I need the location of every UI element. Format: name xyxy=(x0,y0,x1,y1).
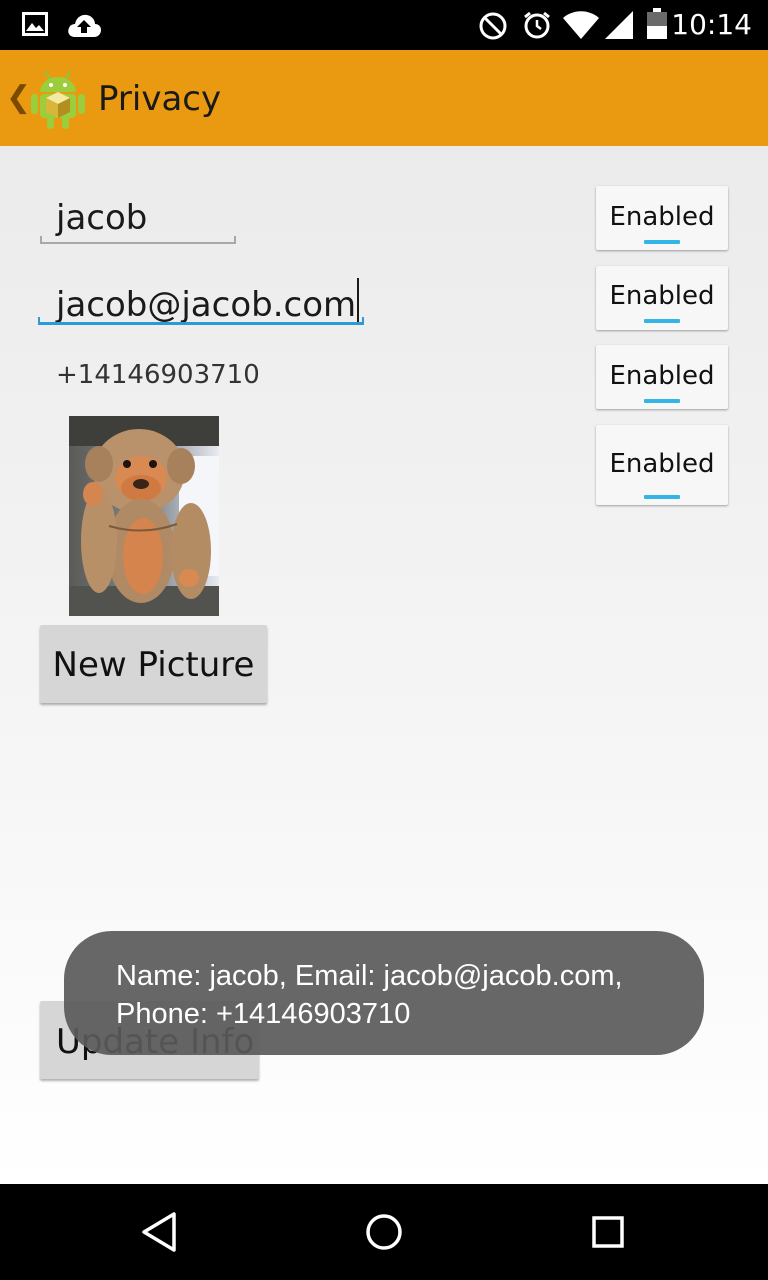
do-not-disturb-icon xyxy=(479,12,507,40)
email-visibility-toggle[interactable]: Enabled xyxy=(596,266,728,330)
email-field-value: jacob@jacob.com xyxy=(56,278,360,325)
name-field[interactable]: jacob xyxy=(40,196,236,250)
action-bar: ❮ Privacy xyxy=(0,50,768,146)
battery-icon xyxy=(647,8,667,39)
android-app-icon[interactable] xyxy=(30,66,86,130)
status-time: 10:14 xyxy=(671,8,752,41)
up-chevron-icon[interactable]: ❮ xyxy=(6,78,31,118)
toast-line-1: Name: jacob, Email: jacob@jacob.com, xyxy=(116,960,623,992)
name-field-underline xyxy=(40,236,236,244)
name-visibility-toggle[interactable]: Enabled xyxy=(596,186,728,250)
email-field[interactable]: jacob@jacob.com xyxy=(38,272,364,328)
toggle-on-indicator xyxy=(644,319,680,323)
page-title: Privacy xyxy=(98,79,222,119)
toast-message: Name: jacob, Email: jacob@jacob.com, Pho… xyxy=(64,931,704,1055)
profile-picture xyxy=(69,416,219,616)
phone-visibility-toggle[interactable]: Enabled xyxy=(596,345,728,409)
status-bar: 10:14 xyxy=(0,0,768,50)
toggle-label: Enabled xyxy=(609,449,715,479)
recents-icon[interactable] xyxy=(578,1204,638,1260)
back-icon[interactable] xyxy=(130,1204,190,1260)
email-field-text: jacob@jacob.com xyxy=(56,285,357,325)
wifi-icon xyxy=(563,11,599,39)
new-picture-label: New Picture xyxy=(52,645,255,685)
cloud-upload-icon xyxy=(68,14,101,38)
toggle-label: Enabled xyxy=(609,281,715,311)
toggle-on-indicator xyxy=(644,495,680,499)
toggle-label: Enabled xyxy=(609,202,715,232)
phone-number: +14146903710 xyxy=(56,360,260,390)
alarm-icon xyxy=(524,11,550,39)
home-icon[interactable] xyxy=(354,1204,414,1260)
new-picture-button[interactable]: New Picture xyxy=(40,625,267,703)
image-icon xyxy=(22,12,48,36)
signal-icon xyxy=(605,11,633,39)
toast-line-2: Phone: +14146903710 xyxy=(116,998,411,1030)
navigation-bar xyxy=(0,1184,768,1280)
email-field-underline xyxy=(38,317,364,325)
toggle-on-indicator xyxy=(644,399,680,403)
toggle-on-indicator xyxy=(644,240,680,244)
toggle-label: Enabled xyxy=(609,361,715,391)
text-cursor xyxy=(357,278,360,324)
name-field-value: jacob xyxy=(56,198,148,238)
picture-visibility-toggle[interactable]: Enabled xyxy=(596,425,728,505)
